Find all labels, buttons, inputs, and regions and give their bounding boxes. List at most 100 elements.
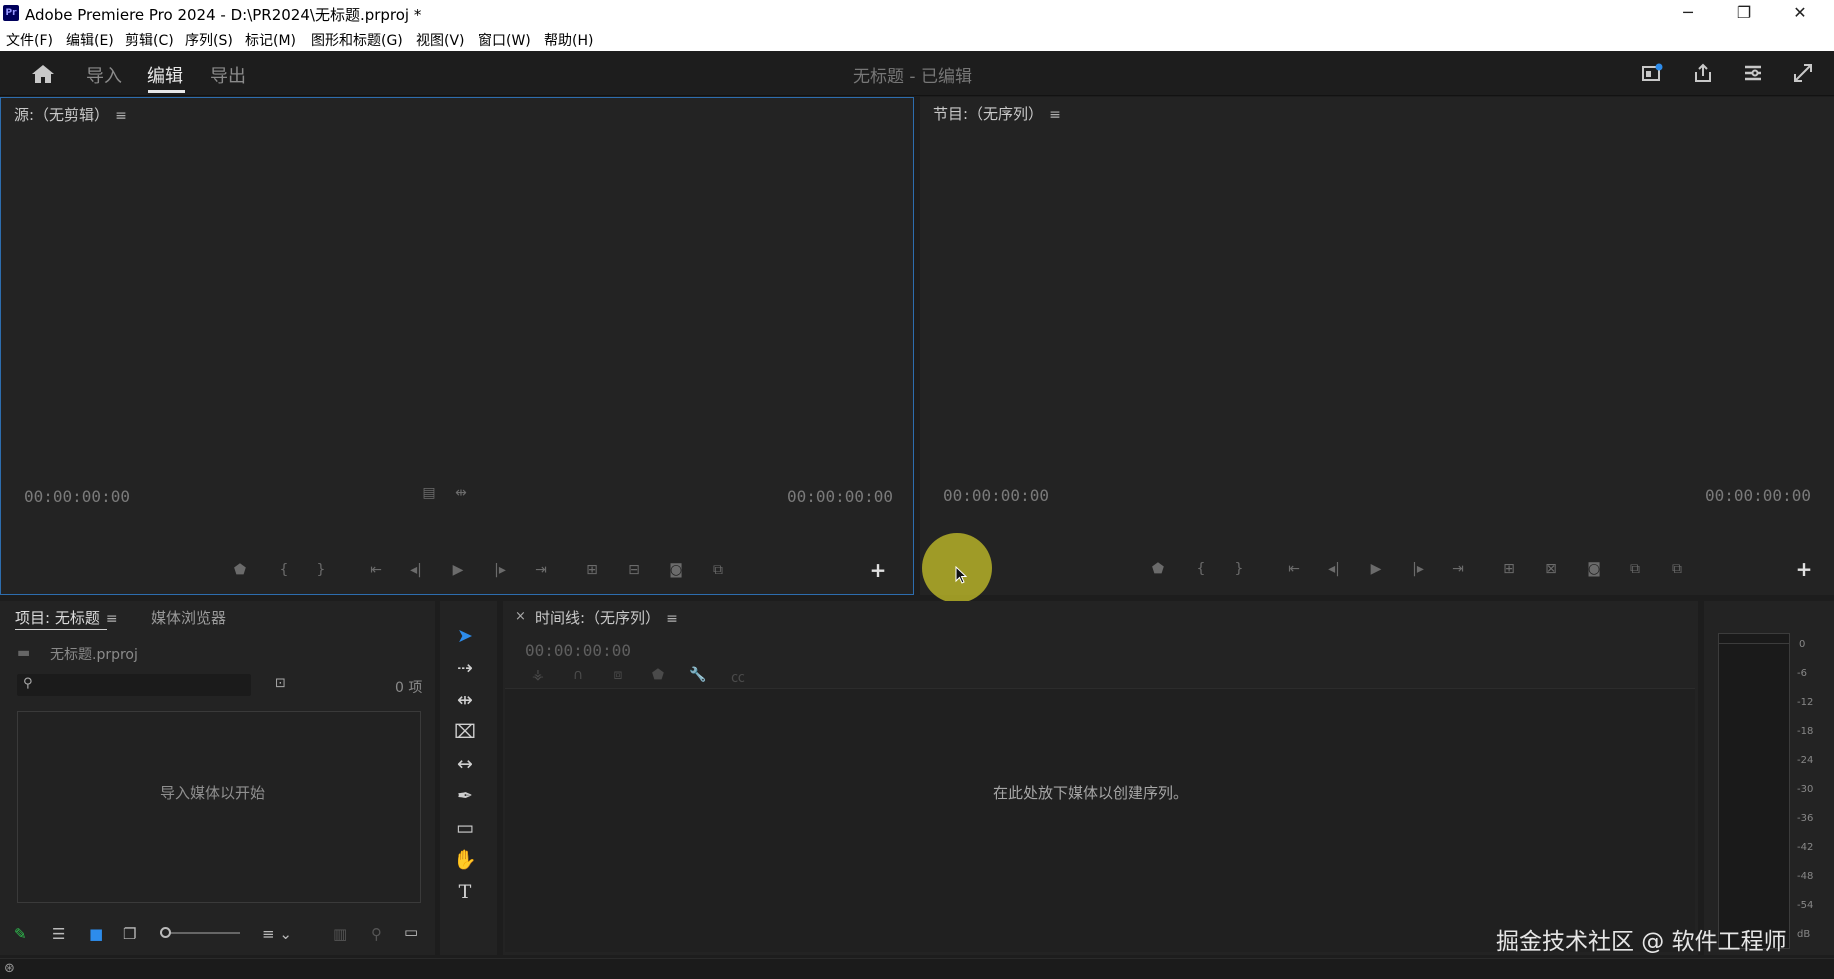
tab-media-browser[interactable]: 媒体浏览器	[151, 607, 226, 628]
add-button-icon[interactable]: +	[867, 558, 889, 582]
timeline-title[interactable]: 时间线:（无序列） ≡	[535, 607, 678, 628]
close-timeline-icon[interactable]: ×	[515, 609, 526, 624]
nest-icon[interactable]: ⚶	[527, 667, 549, 683]
list-view-icon[interactable]: ☰	[52, 925, 65, 943]
panel-menu-icon[interactable]: ≡	[115, 108, 127, 124]
play-icon[interactable]: ▶	[1365, 561, 1387, 577]
button-editor-icon[interactable]: ⧉	[1666, 561, 1688, 577]
project-drop-area[interactable]: 导入媒体以开始	[17, 711, 421, 903]
tab-export[interactable]: 导出	[210, 62, 246, 88]
sort-icons-icon[interactable]: ≡ ⌄	[262, 925, 292, 943]
lift-icon[interactable]: ⊞	[1498, 561, 1520, 577]
tab-import[interactable]: 导入	[86, 62, 122, 88]
add-marker-icon[interactable]: ⬟	[647, 667, 669, 683]
go-to-in-icon[interactable]: ⇤	[365, 562, 387, 578]
minimize-button[interactable]: ─	[1660, 0, 1716, 27]
close-window-button[interactable]: ✕	[1772, 0, 1828, 27]
automate-to-sequence-icon[interactable]: ▥	[333, 925, 347, 943]
play-icon[interactable]: ▶	[447, 562, 469, 578]
panel-menu-icon[interactable]: ≡	[106, 611, 118, 627]
program-timecode-duration[interactable]: 00:00:00:00	[1705, 486, 1811, 505]
snap-icon[interactable]: ∩	[567, 667, 589, 683]
linked-selection-icon[interactable]: ⧈	[607, 667, 629, 683]
panel-menu-icon[interactable]: ≡	[666, 611, 678, 627]
source-timecode-in[interactable]: 00:00:00:00	[24, 487, 130, 506]
restore-button[interactable]: ❐	[1716, 0, 1772, 27]
timeline-panel[interactable]: × 时间线:（无序列） ≡ 00:00:00:00 ⚶ ∩ ⧈ ⬟ 🔧 ㏄ 在此处…	[503, 601, 1698, 955]
selection-tool-icon[interactable]: ➤	[449, 623, 481, 649]
workspaces-icon[interactable]	[1742, 62, 1764, 84]
quick-export-icon[interactable]	[1641, 62, 1663, 84]
ripple-edit-tool-icon[interactable]: ⇹	[449, 687, 481, 713]
menu-window[interactable]: 窗口(W)	[478, 30, 531, 50]
freeform-view-icon[interactable]: ❐	[123, 925, 136, 943]
panel-menu-icon[interactable]: ≡	[1049, 107, 1061, 123]
new-bin-icon[interactable]: ▭	[404, 923, 418, 941]
home-icon[interactable]	[30, 62, 56, 86]
menu-clip[interactable]: 剪辑(C)	[125, 30, 174, 50]
background-tasks-icon[interactable]: ⊛	[4, 961, 15, 976]
zoom-slider[interactable]	[160, 927, 240, 938]
export-frame-icon[interactable]: ◙	[1583, 561, 1605, 577]
step-back-icon[interactable]: ◂|	[1323, 561, 1345, 577]
source-monitor-panel[interactable]: 源:（无剪辑） ≡ 00:00:00:00 ▤ ⇹ 00:00:00:00 ⬟ {…	[0, 97, 914, 595]
find-icon[interactable]: ⚲	[371, 925, 382, 943]
program-monitor-title[interactable]: 节目:（无序列） ≡	[933, 103, 1061, 124]
zoom-slider-handle[interactable]	[160, 927, 171, 938]
icon-view-icon[interactable]: ■	[89, 925, 103, 943]
search-icon: ⚲	[23, 676, 33, 691]
overwrite-icon[interactable]: ⊟	[623, 562, 645, 578]
type-tool-icon[interactable]: T	[449, 879, 481, 905]
extract-icon[interactable]: ⊠	[1540, 561, 1562, 577]
source-timecode-out[interactable]: 00:00:00:00	[787, 487, 893, 506]
rectangle-tool-icon[interactable]: ▭	[449, 815, 481, 841]
step-back-icon[interactable]: ◂|	[405, 562, 427, 578]
drag-audio-icon[interactable]: ⇹	[450, 485, 472, 501]
button-editor-icon[interactable]: ⧉	[707, 562, 729, 578]
pencil-icon[interactable]: ✎	[14, 925, 27, 943]
add-marker-icon[interactable]: ⬟	[1147, 561, 1169, 577]
menu-edit[interactable]: 编辑(E)	[66, 30, 114, 50]
export-frame-icon[interactable]: ◙	[665, 562, 687, 578]
tab-project[interactable]: 项目: 无标题 ≡	[15, 607, 118, 628]
source-monitor-title-text: 源:（无剪辑）	[14, 106, 110, 124]
go-to-out-icon[interactable]: ⇥	[1447, 561, 1469, 577]
drag-video-icon[interactable]: ▤	[418, 485, 440, 501]
share-icon[interactable]	[1692, 62, 1714, 84]
program-timecode-playhead[interactable]: 00:00:00:00	[943, 486, 1049, 505]
fullscreen-icon[interactable]	[1792, 62, 1814, 84]
menu-view[interactable]: 视图(V)	[416, 30, 465, 50]
step-forward-icon[interactable]: |▸	[1407, 561, 1429, 577]
project-panel[interactable]: 项目: 无标题 ≡ 媒体浏览器 ▬ 无标题.prproj ⚲ ⊡ 0 项 导入媒体…	[0, 601, 435, 955]
go-to-out-icon[interactable]: ⇥	[530, 562, 552, 578]
source-monitor-title[interactable]: 源:（无剪辑） ≡	[14, 104, 127, 125]
insert-icon[interactable]: ⊞	[581, 562, 603, 578]
menu-help[interactable]: 帮助(H)	[544, 30, 593, 50]
find-icon[interactable]: ⊡	[275, 676, 286, 691]
slip-tool-icon[interactable]: ↔	[449, 751, 481, 777]
hand-tool-icon[interactable]: ✋	[449, 847, 481, 873]
captions-icon[interactable]: ㏄	[727, 667, 749, 687]
step-forward-icon[interactable]: |▸	[489, 562, 511, 578]
mark-in-icon[interactable]: {	[1190, 561, 1212, 577]
menu-sequence[interactable]: 序列(S)	[185, 30, 233, 50]
add-marker-icon[interactable]: ⬟	[229, 562, 251, 578]
tab-edit[interactable]: 编辑	[147, 62, 183, 88]
menu-graphics[interactable]: 图形和标题(G)	[311, 30, 403, 50]
track-select-tool-icon[interactable]: ⇢	[449, 655, 481, 681]
menu-file[interactable]: 文件(F)	[6, 30, 53, 50]
pen-tool-icon[interactable]: ✒	[449, 783, 481, 809]
comparison-view-icon[interactable]: ⧉	[1624, 561, 1646, 577]
go-to-in-icon[interactable]: ⇤	[1283, 561, 1305, 577]
timeline-timecode[interactable]: 00:00:00:00	[525, 641, 631, 660]
timeline-drop-area[interactable]: 在此处放下媒体以创建序列。	[505, 688, 1695, 952]
add-button-icon[interactable]: +	[1793, 557, 1815, 581]
mark-out-icon[interactable]: }	[310, 562, 332, 578]
razor-tool-icon[interactable]: ⌧	[449, 719, 481, 745]
program-monitor-panel[interactable]: 节目:（无序列） ≡ 00:00:00:00 00:00:00:00 ⬟ { } …	[920, 97, 1834, 595]
menu-marker[interactable]: 标记(M)	[245, 30, 296, 50]
project-search-input[interactable]: ⚲	[17, 674, 251, 696]
mark-out-icon[interactable]: }	[1228, 561, 1250, 577]
mark-in-icon[interactable]: {	[273, 562, 295, 578]
settings-wrench-icon[interactable]: 🔧	[687, 667, 709, 683]
